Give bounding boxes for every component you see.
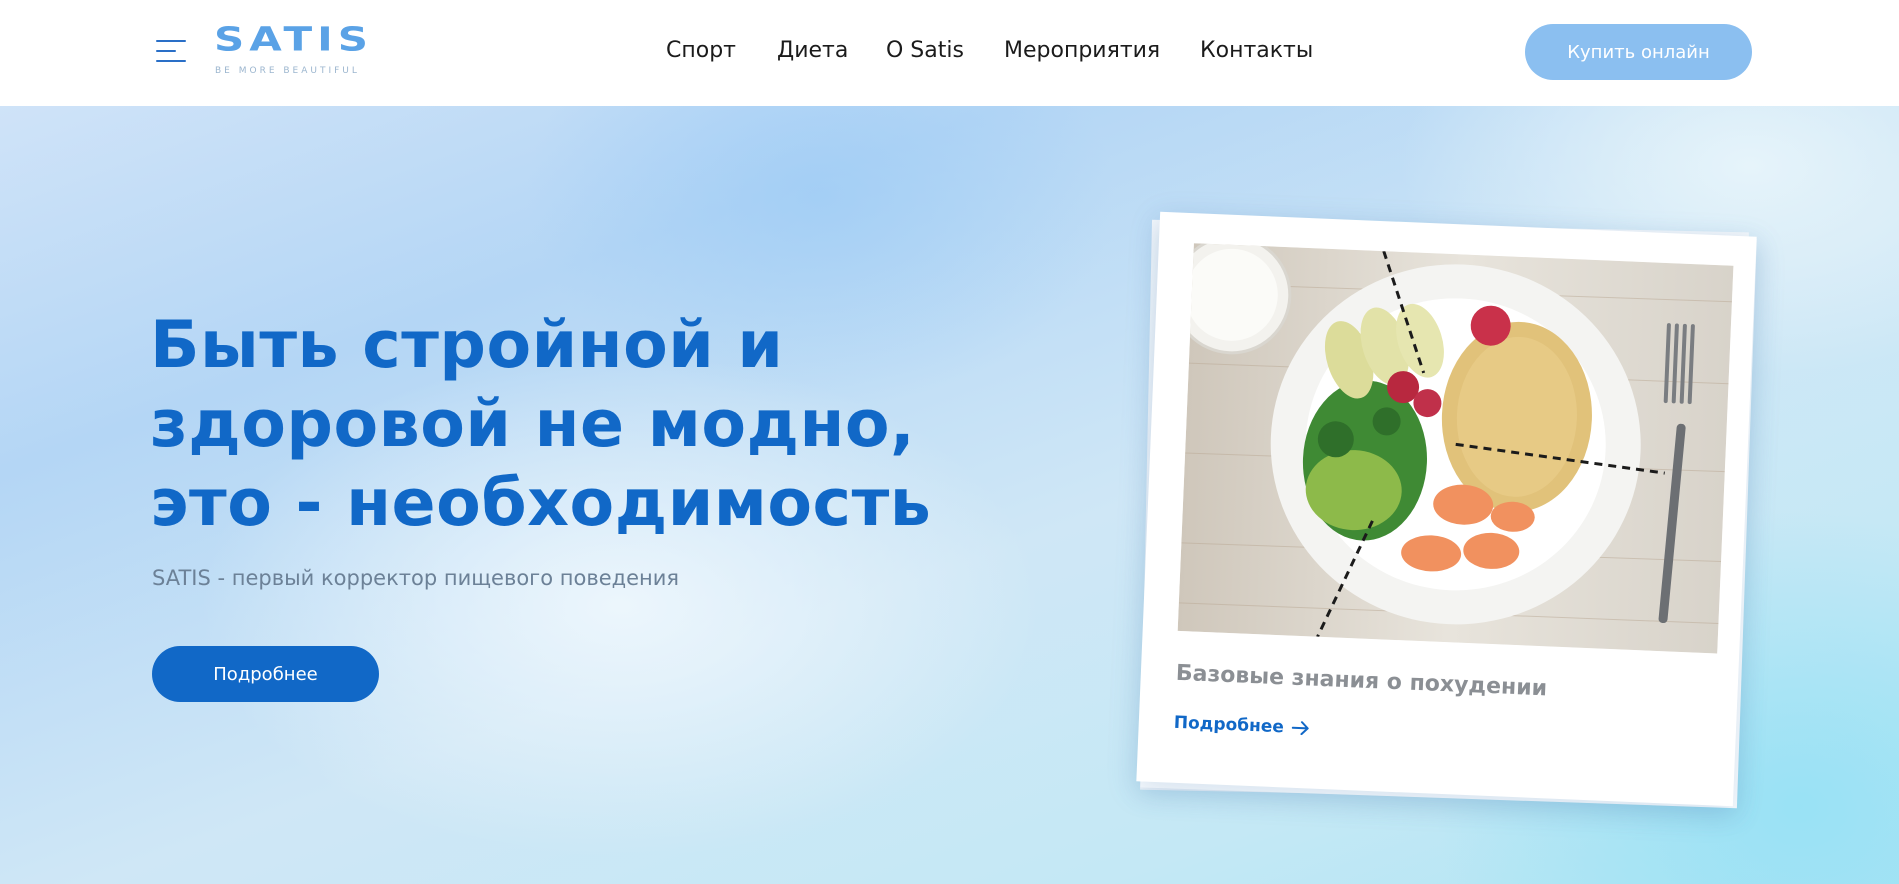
site-header: SATIS BE MORE BEAUTIFUL Спорт Диета О Sa… — [0, 0, 1899, 106]
arrow-right-icon — [1291, 721, 1309, 736]
nav-item-events[interactable]: Мероприятия — [1004, 38, 1160, 63]
food-plate-image — [1177, 243, 1734, 654]
article-card[interactable]: Базовые знания о похудении Подробнее — [1136, 211, 1757, 807]
card-title: Базовые знания о похудении — [1175, 660, 1548, 702]
hero-subtitle: SATIS - первый корректор пищевого поведе… — [152, 566, 680, 590]
hero-headline: Быть стройной и здоровой не модно, это -… — [150, 306, 1030, 543]
nav-item-contacts[interactable]: Контакты — [1200, 38, 1313, 63]
hero-section: Быть стройной и здоровой не модно, это -… — [0, 106, 1899, 884]
nav-item-about[interactable]: О Satis — [886, 38, 964, 63]
more-button[interactable]: Подробнее — [152, 646, 379, 702]
article-card-stack: Базовые знания о похудении Подробнее — [1136, 211, 1765, 818]
nav-item-sport[interactable]: Спорт — [666, 38, 736, 63]
hero-headline-line: здоровой не модно, — [150, 387, 916, 462]
nav-item-diet[interactable]: Диета — [777, 38, 848, 63]
card-more-link-label: Подробнее — [1173, 712, 1285, 738]
hero-headline-line: Быть стройной и — [150, 308, 784, 383]
buy-online-button[interactable]: Купить онлайн — [1525, 24, 1752, 80]
card-more-link[interactable]: Подробнее — [1173, 713, 1310, 739]
hero-headline-line: это - необходимость — [150, 466, 932, 541]
